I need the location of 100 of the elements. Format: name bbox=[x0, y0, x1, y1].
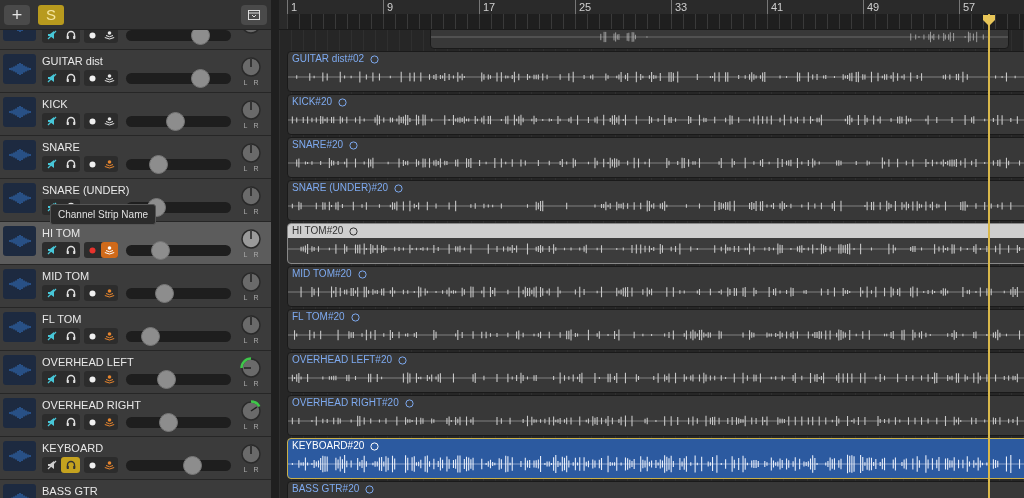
pan-knob[interactable] bbox=[240, 443, 262, 465]
input-monitor-icon bbox=[104, 460, 115, 470]
input-monitor-icon bbox=[104, 30, 115, 40]
loop-circle-icon bbox=[370, 54, 380, 64]
record-icon bbox=[89, 31, 96, 39]
track-name[interactable]: FL TOM bbox=[42, 312, 234, 326]
region-name: FL TOM#20 bbox=[292, 310, 345, 324]
speaker-icon bbox=[46, 245, 57, 255]
playhead-handle-icon[interactable] bbox=[983, 15, 995, 26]
region-name: KICK#20 bbox=[292, 95, 333, 109]
track-name[interactable]: KICK bbox=[42, 97, 234, 111]
speaker-icon bbox=[46, 417, 57, 427]
record-icon bbox=[89, 375, 96, 383]
input-monitor-icon bbox=[104, 417, 115, 427]
slider-thumb[interactable] bbox=[140, 326, 160, 346]
region-name: HI TOM#20 bbox=[292, 224, 344, 238]
input-monitor-icon bbox=[104, 288, 115, 298]
track-name[interactable]: OVERHEAD LEFT bbox=[42, 355, 234, 369]
record-icon bbox=[89, 461, 96, 469]
region-name: GUITAR dist#02 bbox=[292, 52, 365, 66]
record-icon bbox=[89, 74, 96, 82]
audio-region[interactable]: OVERHEAD RIGHT#20 bbox=[287, 395, 1024, 436]
region-name: OVERHEAD LEFT#20 bbox=[292, 353, 393, 367]
loop-circle-icon bbox=[349, 140, 359, 150]
slider-thumb[interactable] bbox=[157, 369, 177, 389]
loop-circle-icon bbox=[350, 312, 360, 322]
pan-knob[interactable] bbox=[240, 400, 262, 422]
pan-knob[interactable] bbox=[240, 56, 262, 78]
solo-button[interactable] bbox=[61, 457, 80, 473]
slider-thumb[interactable] bbox=[191, 68, 211, 88]
input-monitor-icon bbox=[104, 374, 115, 384]
dropdown-icon bbox=[248, 9, 260, 20]
track-name[interactable]: HI TOM bbox=[42, 226, 234, 240]
speaker-icon bbox=[46, 460, 57, 470]
track-name[interactable]: MID TOM bbox=[42, 269, 234, 283]
speaker-icon bbox=[46, 73, 57, 83]
slider-thumb[interactable] bbox=[191, 30, 211, 45]
region-name: SNARE#20 bbox=[292, 138, 344, 152]
audio-region[interactable]: KEYBOARD#20 bbox=[287, 438, 1024, 479]
loop-circle-icon bbox=[365, 484, 375, 494]
track-name[interactable]: OVERHEAD RIGHT bbox=[42, 398, 234, 412]
dropdown-button[interactable] bbox=[241, 4, 267, 25]
region-name: KEYBOARD#20 bbox=[292, 439, 365, 453]
pan-knob[interactable] bbox=[240, 142, 262, 164]
speaker-icon bbox=[46, 159, 57, 169]
audio-region[interactable]: FL TOM#20 bbox=[287, 309, 1024, 350]
slider-thumb[interactable] bbox=[165, 111, 185, 131]
region-name: SNARE (UNDER)#20 bbox=[292, 181, 389, 195]
speaker-icon bbox=[46, 30, 57, 40]
track-name[interactable]: SNARE (UNDER) bbox=[42, 183, 234, 197]
record-icon bbox=[89, 418, 96, 426]
pan-knob[interactable] bbox=[240, 228, 262, 250]
region-name: BASS GTR#20 bbox=[292, 482, 360, 496]
record-icon bbox=[89, 246, 96, 254]
pan-knob[interactable] bbox=[240, 99, 262, 121]
loop-circle-icon bbox=[394, 183, 404, 193]
slider-thumb[interactable] bbox=[155, 283, 175, 303]
loop-circle-icon bbox=[398, 355, 408, 365]
track-name[interactable]: KEYBOARD bbox=[42, 441, 234, 455]
audio-region[interactable]: MID TOM#20 bbox=[287, 266, 1024, 307]
audio-region[interactable]: SNARE (UNDER)#20 bbox=[287, 180, 1024, 221]
loop-circle-icon bbox=[338, 97, 348, 107]
speaker-icon bbox=[46, 374, 57, 384]
audio-region[interactable]: BASS GTR#20 bbox=[287, 481, 1024, 498]
track-name[interactable]: GUITAR dist bbox=[42, 54, 234, 68]
loop-circle-icon bbox=[404, 398, 414, 408]
audio-region[interactable]: HI TOM#20 bbox=[287, 223, 1024, 264]
audio-region[interactable]: SNARE#20 bbox=[287, 137, 1024, 178]
tooltip: Channel Strip Name bbox=[50, 204, 157, 225]
track-name[interactable]: BASS GTR bbox=[42, 484, 271, 498]
track-name[interactable]: SNARE bbox=[42, 140, 234, 154]
add-track-button[interactable]: + bbox=[4, 4, 30, 25]
slider-thumb[interactable] bbox=[182, 455, 202, 475]
audio-region[interactable]: GUITAR dist#02 bbox=[287, 51, 1024, 92]
loop-circle-icon bbox=[370, 441, 380, 451]
input-monitor-icon bbox=[104, 116, 115, 126]
slider-thumb[interactable] bbox=[158, 412, 178, 432]
record-icon bbox=[89, 117, 96, 125]
pan-knob[interactable] bbox=[240, 271, 262, 293]
loop-circle-icon bbox=[349, 226, 359, 236]
audio-region[interactable]: KICK#20 bbox=[287, 94, 1024, 135]
region-name: OVERHEAD RIGHT#20 bbox=[292, 396, 399, 410]
pan-knob[interactable] bbox=[240, 314, 262, 336]
speaker-icon bbox=[46, 331, 57, 341]
pan-knob[interactable] bbox=[240, 185, 262, 207]
input-monitor-icon bbox=[104, 159, 115, 169]
slider-thumb[interactable] bbox=[149, 154, 169, 174]
speaker-icon bbox=[46, 116, 57, 126]
record-icon bbox=[89, 289, 96, 297]
loop-circle-icon bbox=[357, 269, 367, 279]
input-monitor-icon bbox=[104, 73, 115, 83]
input-monitor-icon bbox=[104, 331, 115, 341]
audio-region[interactable]: OVERHEAD LEFT#20 bbox=[287, 352, 1024, 393]
slider-thumb[interactable] bbox=[151, 240, 171, 260]
record-icon bbox=[89, 160, 96, 168]
pan-knob[interactable] bbox=[240, 357, 262, 379]
record-icon bbox=[89, 332, 96, 340]
input-monitor-button[interactable] bbox=[101, 242, 118, 258]
speaker-icon bbox=[46, 288, 57, 298]
region-name: MID TOM#20 bbox=[292, 267, 352, 281]
